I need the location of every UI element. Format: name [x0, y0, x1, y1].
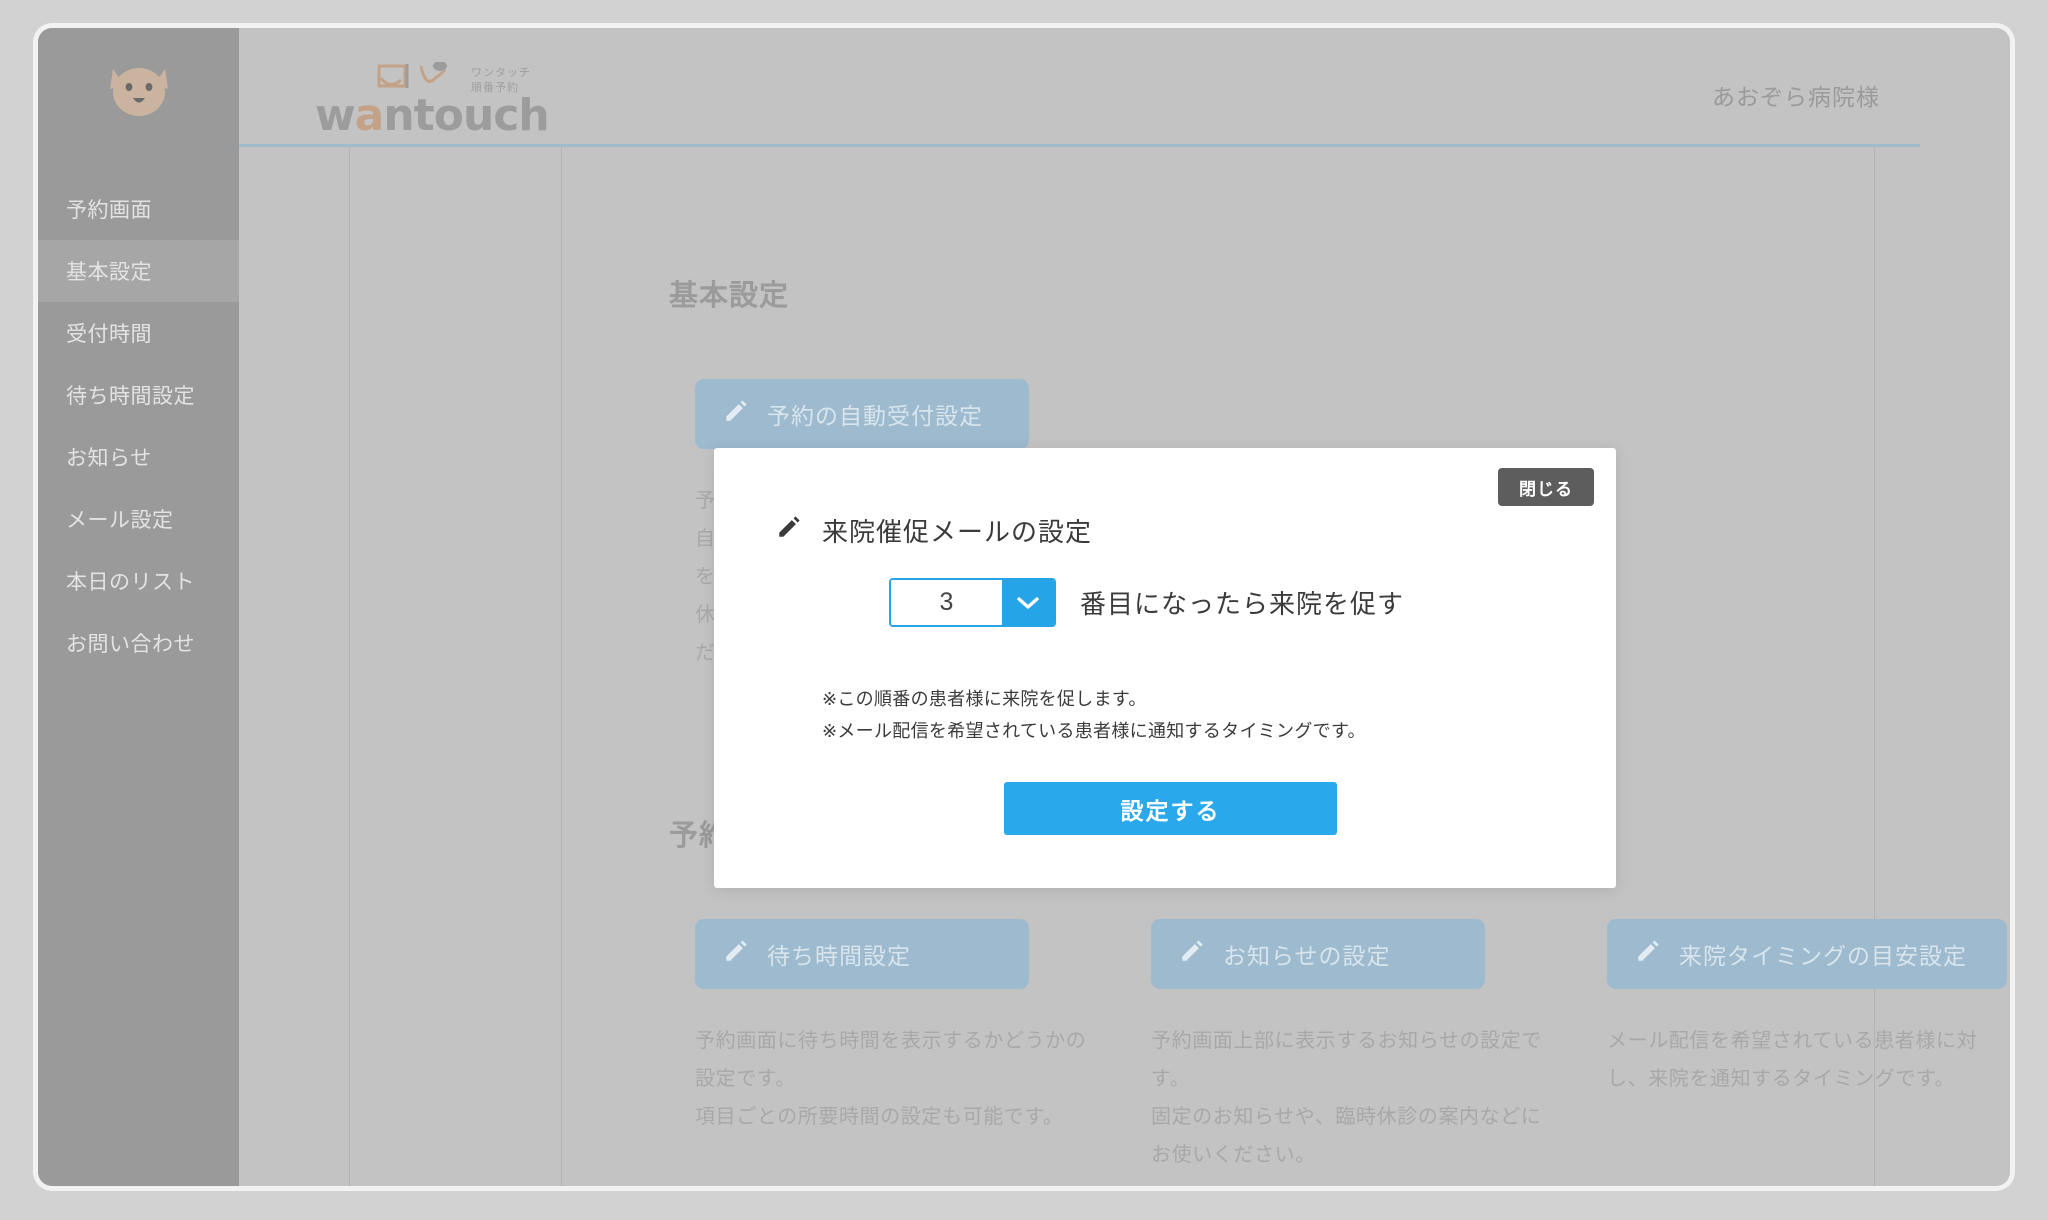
app-window: 予約画面 基本設定 受付時間 待ち時間設定 お知らせ メール設定 本日のリスト … — [38, 28, 2010, 1186]
top-bar: ワンタッチ 順番予約 wantouch あおぞら病院様 — [239, 28, 1920, 147]
sidebar-item-todays-list[interactable]: 本日のリスト — [38, 550, 239, 612]
sidebar-item-label: 本日のリスト — [66, 571, 195, 594]
brand-logo[interactable]: ワンタッチ 順番予約 wantouch — [315, 61, 550, 138]
submit-button[interactable]: 設定する — [1004, 782, 1337, 835]
pencil-icon — [723, 938, 749, 970]
pencil-icon — [1179, 938, 1205, 970]
pencil-icon — [723, 398, 749, 430]
sidebar-item-label: 受付時間 — [66, 323, 152, 346]
notice-settings-label: お知らせの設定 — [1223, 943, 1391, 969]
brand-wordmark-accent: a — [354, 90, 385, 141]
sidebar-item-label: 基本設定 — [66, 261, 152, 284]
sidebar-item-reception-hours[interactable]: 受付時間 — [38, 302, 239, 364]
auto-reception-settings-label: 予約の自動受付設定 — [767, 403, 983, 429]
chevron-down-icon[interactable] — [1002, 580, 1054, 625]
order-number-value: 3 — [891, 580, 1002, 625]
section-title-basic-settings: 基本設定 — [669, 280, 790, 312]
pencil-icon — [1635, 938, 1661, 970]
brand-tagline-line1: ワンタッチ — [471, 67, 531, 79]
visit-timing-guideline-description: メール配信を希望されている患者様に対 し、来院を通知するタイミングです。 — [1607, 1030, 1978, 1090]
brand-wordmark-post: ntouch — [383, 90, 549, 141]
close-button-label: 閉じる — [1519, 479, 1573, 499]
pencil-icon — [776, 514, 802, 547]
sidebar-item-label: お問い合わせ — [66, 633, 195, 656]
sidebar: 予約画面 基本設定 受付時間 待ち時間設定 お知らせ メール設定 本日のリスト … — [38, 28, 239, 1186]
dialog-notes: ※この順番の患者様に来院を促します。 ※メール配信を希望されている患者様に通知す… — [822, 689, 1366, 742]
sidebar-item-basic-settings[interactable]: 基本設定 — [38, 240, 239, 302]
sidebar-item-reservation-screen[interactable]: 予約画面 — [38, 178, 239, 240]
sidebar-item-notices[interactable]: お知らせ — [38, 426, 239, 488]
brand-wordmark: wantouch — [315, 94, 550, 138]
sidebar-item-contact[interactable]: お問い合わせ — [38, 612, 239, 674]
dialog-title-label: 来院催促メールの設定 — [822, 517, 1093, 547]
notice-settings-description: 予約画面上部に表示するお知らせの設定で す。 固定のお知らせや、臨時休診の案内な… — [1151, 1030, 1542, 1166]
column-rule — [349, 147, 350, 1186]
order-setting-row: 3 番目になったら来院を促す — [889, 578, 1404, 627]
sidebar-item-label: 予約画面 — [66, 199, 152, 222]
sidebar-item-label: メール設定 — [66, 509, 174, 532]
notice-settings-button[interactable]: お知らせの設定 — [1151, 919, 1485, 989]
sidebar-item-label: 待ち時間設定 — [66, 385, 195, 408]
column-rule — [561, 147, 562, 1186]
wait-time-settings-description: 予約画面に待ち時間を表示するかどうかの 設定です。 項目ごとの所要時間の設定も可… — [695, 1030, 1087, 1128]
auto-reception-settings-button[interactable]: 予約の自動受付設定 — [695, 379, 1029, 449]
sidebar-item-label: お知らせ — [66, 447, 152, 470]
sidebar-item-mail-settings[interactable]: メール設定 — [38, 488, 239, 550]
visit-timing-guideline-button[interactable]: 来院タイミングの目安設定 — [1607, 919, 2007, 989]
sidebar-nav: 予約画面 基本設定 受付時間 待ち時間設定 お知らせ メール設定 本日のリスト … — [38, 178, 239, 674]
visit-reminder-mail-dialog: 閉じる 来院催促メールの設定 3 番目になったら来院を促す ※この順番の患者様に… — [714, 448, 1616, 888]
brand-wordmark-pre: w — [315, 90, 356, 141]
wait-time-settings-label: 待ち時間設定 — [767, 943, 911, 969]
account-name: あおぞら病院様 — [1712, 84, 1880, 110]
order-number-select[interactable]: 3 — [889, 578, 1056, 627]
dialog-title: 来院催促メールの設定 — [776, 512, 1092, 549]
order-suffix-label: 番目になったら来院を促す — [1080, 589, 1405, 619]
wait-time-settings-button[interactable]: 待ち時間設定 — [695, 919, 1029, 989]
visit-timing-guideline-label: 来院タイミングの目安設定 — [1679, 943, 1967, 969]
sidebar-item-wait-time-settings[interactable]: 待ち時間設定 — [38, 364, 239, 426]
close-button[interactable]: 閉じる — [1498, 468, 1594, 506]
dog-face-icon — [38, 50, 239, 130]
